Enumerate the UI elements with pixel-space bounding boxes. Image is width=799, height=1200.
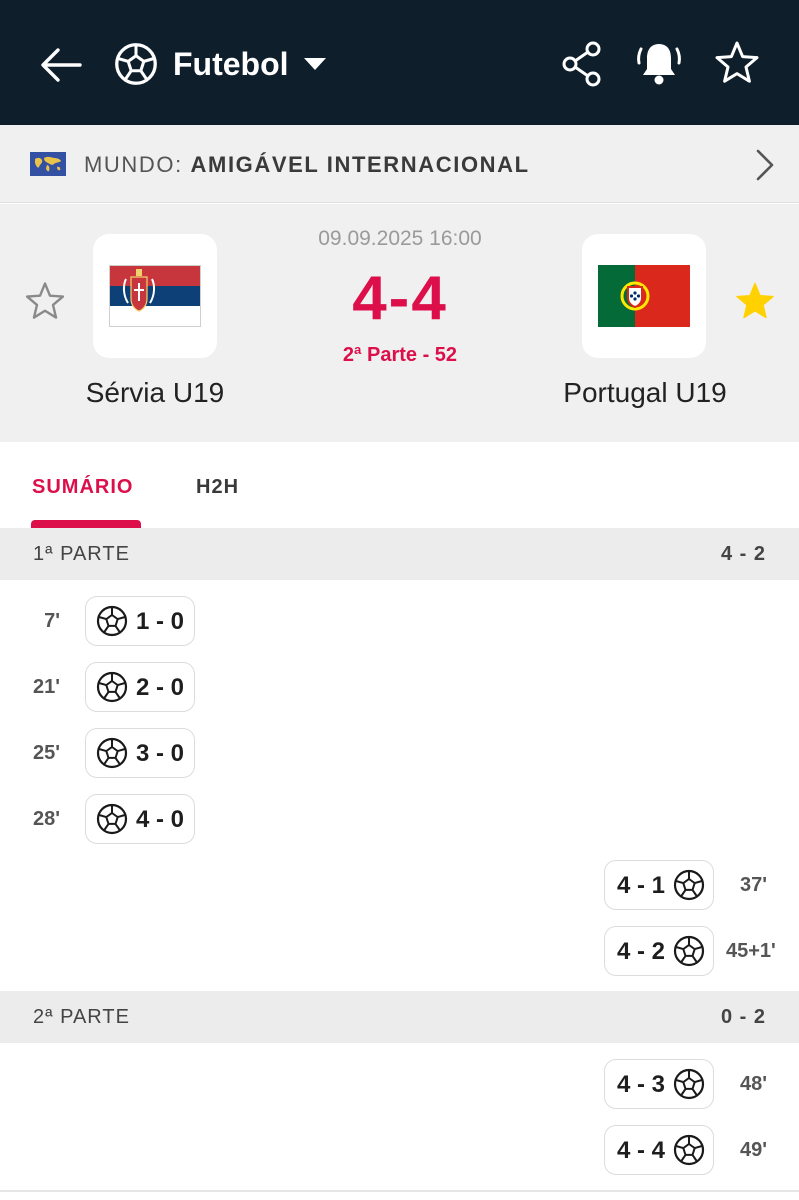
back-arrow-icon[interactable]: [36, 40, 86, 90]
match-score: 4-4: [352, 264, 448, 333]
period-header-second-half: 2ª PARTE 0 - 2: [0, 991, 799, 1043]
soccer-ball-icon: [96, 737, 128, 769]
goal-score: 4 - 3: [617, 1071, 666, 1098]
goal-score: 2 - 0: [136, 674, 185, 701]
goal-pill[interactable]: 4 - 3: [604, 1059, 714, 1109]
divider: [0, 1190, 799, 1192]
competition-name: AMIGÁVEL INTERNACIONAL: [190, 152, 530, 177]
event-minute: 25': [32, 742, 60, 764]
tab-h2h[interactable]: H2H: [196, 474, 239, 500]
soccer-ball-icon: [96, 671, 128, 703]
goal-event-row[interactable]: 28' 4 - 0: [0, 786, 799, 852]
soccer-ball-icon[interactable]: [114, 42, 158, 86]
event-minute: 45+1': [726, 940, 776, 962]
period-name: 2ª PARTE: [33, 1006, 130, 1028]
goal-pill[interactable]: 4 - 0: [85, 794, 195, 844]
event-minute: 48': [740, 1073, 768, 1095]
period-score: 0 - 2: [720, 1006, 766, 1028]
match-datetime: 09.09.2025 16:00: [318, 227, 482, 250]
goal-event-row[interactable]: 21' 2 - 0: [0, 654, 799, 720]
share-icon[interactable]: [560, 40, 604, 88]
tab-summary[interactable]: SUMÁRIO: [32, 474, 133, 500]
period-score: 4 - 2: [720, 543, 766, 565]
goal-event-row[interactable]: 4 - 1 37': [0, 852, 799, 918]
away-team-logo[interactable]: [582, 234, 706, 358]
match-status: 2ª Parte - 52: [342, 344, 458, 366]
period-header-first-half: 1ª PARTE 4 - 2: [0, 528, 799, 580]
soccer-ball-icon: [673, 1068, 705, 1100]
favorite-star-icon[interactable]: [712, 38, 762, 88]
event-minute: 7': [44, 610, 60, 632]
event-minute: 21': [32, 676, 60, 698]
goal-event-row[interactable]: 25' 3 - 0: [0, 720, 799, 786]
home-team-logo[interactable]: [93, 234, 217, 358]
competition-region: MUNDO:: [84, 152, 183, 177]
chevron-right-icon[interactable]: [752, 147, 778, 183]
favorite-star-outline-icon[interactable]: [22, 278, 68, 324]
goal-score: 1 - 0: [136, 608, 185, 635]
event-minute: 49': [740, 1139, 768, 1161]
portugal-flag-icon: [598, 265, 690, 327]
top-app-bar: Futebol: [0, 0, 799, 125]
goal-pill[interactable]: 4 - 2: [604, 926, 714, 976]
goal-event-row[interactable]: 7' 1 - 0: [0, 588, 799, 654]
goal-score: 4 - 0: [136, 806, 185, 833]
sport-selector-label[interactable]: Futebol: [173, 44, 289, 84]
goal-event-row[interactable]: 4 - 3 48': [0, 1051, 799, 1117]
competition-row[interactable]: MUNDO: AMIGÁVEL INTERNACIONAL: [0, 125, 799, 203]
goal-score: 4 - 4: [617, 1137, 666, 1164]
goal-pill[interactable]: 4 - 4: [604, 1125, 714, 1175]
soccer-ball-icon: [96, 803, 128, 835]
soccer-ball-icon: [96, 605, 128, 637]
goal-pill[interactable]: 1 - 0: [85, 596, 195, 646]
home-team-name[interactable]: Sérvia U19: [55, 376, 255, 410]
match-tabs: SUMÁRIO H2H: [0, 442, 799, 528]
period-name: 1ª PARTE: [33, 543, 130, 565]
world-map-flag-icon: [30, 152, 66, 176]
goal-pill[interactable]: 2 - 0: [85, 662, 195, 712]
soccer-ball-icon: [673, 1134, 705, 1166]
match-header: Sérvia U19 09.09.2025 16:00 4-4 2ª Parte…: [0, 204, 799, 442]
away-team-name[interactable]: Portugal U19: [540, 376, 750, 410]
goal-score: 4 - 2: [617, 938, 666, 965]
soccer-ball-icon: [673, 869, 705, 901]
goal-event-row[interactable]: 4 - 2 45+1': [0, 918, 799, 984]
serbia-flag-icon: [109, 265, 201, 327]
goal-event-row[interactable]: 4 - 4 49': [0, 1117, 799, 1183]
bell-ringing-icon[interactable]: [634, 38, 684, 88]
soccer-ball-icon: [673, 935, 705, 967]
goal-score: 4 - 1: [617, 872, 666, 899]
caret-down-icon[interactable]: [302, 54, 328, 74]
goal-pill[interactable]: 3 - 0: [85, 728, 195, 778]
event-minute: 37': [740, 874, 768, 896]
goal-pill[interactable]: 4 - 1: [604, 860, 714, 910]
competition-label: MUNDO: AMIGÁVEL INTERNACIONAL: [84, 151, 530, 179]
active-tab-indicator: [31, 520, 141, 528]
favorite-star-filled-icon[interactable]: [732, 278, 778, 324]
goal-score: 3 - 0: [136, 740, 185, 767]
event-minute: 28': [32, 808, 60, 830]
